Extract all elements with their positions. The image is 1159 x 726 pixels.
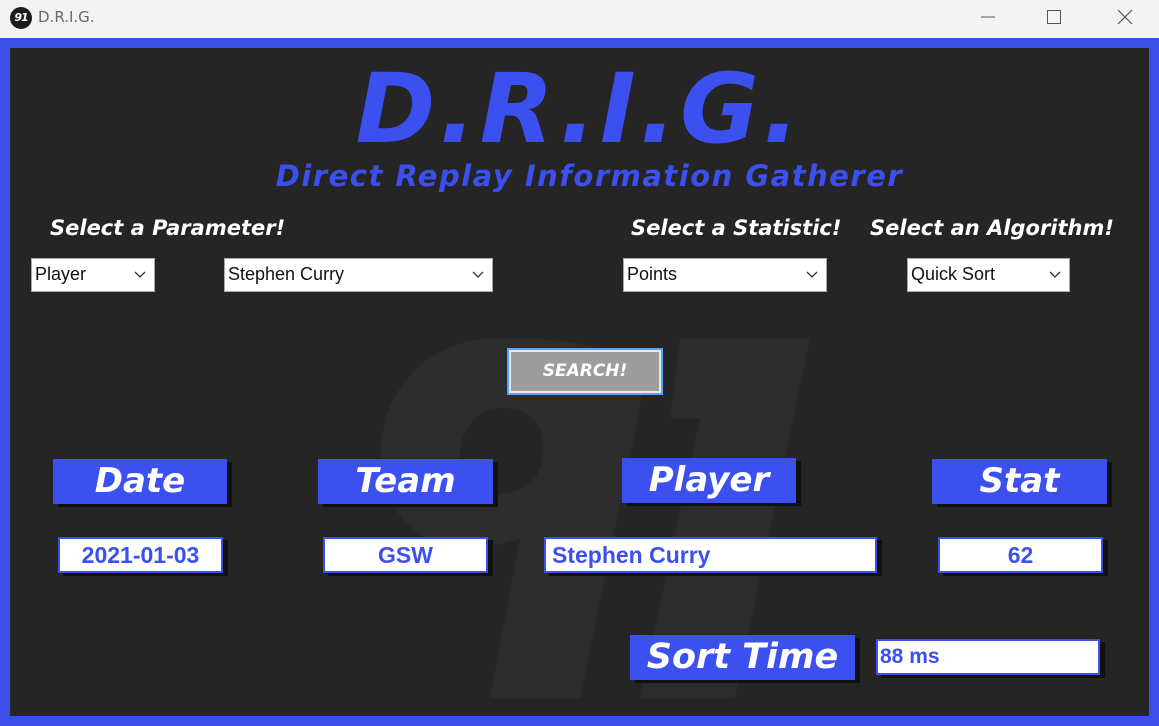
parameter-value-select[interactable]: Stephen Curry bbox=[224, 258, 493, 292]
chevron-down-icon bbox=[1049, 271, 1061, 278]
window-title-bar: 91 D.R.I.G. bbox=[0, 0, 1159, 38]
search-button[interactable]: SEARCH! bbox=[507, 348, 663, 395]
app-icon: 91 bbox=[10, 7, 32, 29]
minimize-icon bbox=[981, 16, 995, 18]
close-button[interactable] bbox=[1102, 0, 1148, 34]
close-icon bbox=[1117, 9, 1133, 25]
chevron-down-icon bbox=[134, 271, 146, 278]
stat-header: Stat bbox=[932, 459, 1107, 504]
parameter-prompt: Select a Parameter! bbox=[50, 216, 286, 240]
date-header: Date bbox=[53, 459, 227, 504]
stat-result: 62 bbox=[938, 537, 1103, 573]
statistic-value: Points bbox=[627, 264, 678, 284]
sort-time-header: Sort Time bbox=[630, 635, 855, 680]
player-header: Player bbox=[622, 458, 796, 503]
parameter-value-value: Stephen Curry bbox=[228, 264, 345, 284]
chevron-down-icon bbox=[806, 271, 818, 278]
maximize-icon bbox=[1047, 10, 1061, 24]
window-title: D.R.I.G. bbox=[38, 8, 95, 26]
sort-time-result: 88 ms bbox=[876, 639, 1100, 675]
algorithm-prompt: Select an Algorithm! bbox=[870, 216, 1114, 240]
main-panel: D.R.I.G. Direct Replay Information Gathe… bbox=[10, 48, 1149, 716]
app-logo-subtitle: Direct Replay Information Gatherer bbox=[275, 159, 904, 193]
parameter-type-select[interactable]: Player bbox=[31, 258, 155, 292]
team-result: GSW bbox=[323, 537, 488, 573]
statistic-prompt: Select a Statistic! bbox=[631, 216, 842, 240]
team-header: Team bbox=[318, 459, 493, 504]
date-result: 2021-01-03 bbox=[58, 537, 223, 573]
maximize-button[interactable] bbox=[1031, 0, 1077, 34]
player-result: Stephen Curry bbox=[544, 537, 877, 573]
algorithm-select[interactable]: Quick Sort bbox=[907, 258, 1070, 292]
chevron-down-icon bbox=[472, 271, 484, 278]
minimize-button[interactable] bbox=[965, 0, 1011, 34]
app-logo-title: D.R.I.G. bbox=[355, 53, 804, 165]
algorithm-value: Quick Sort bbox=[911, 264, 996, 284]
parameter-type-value: Player bbox=[35, 264, 87, 284]
statistic-select[interactable]: Points bbox=[623, 258, 827, 292]
